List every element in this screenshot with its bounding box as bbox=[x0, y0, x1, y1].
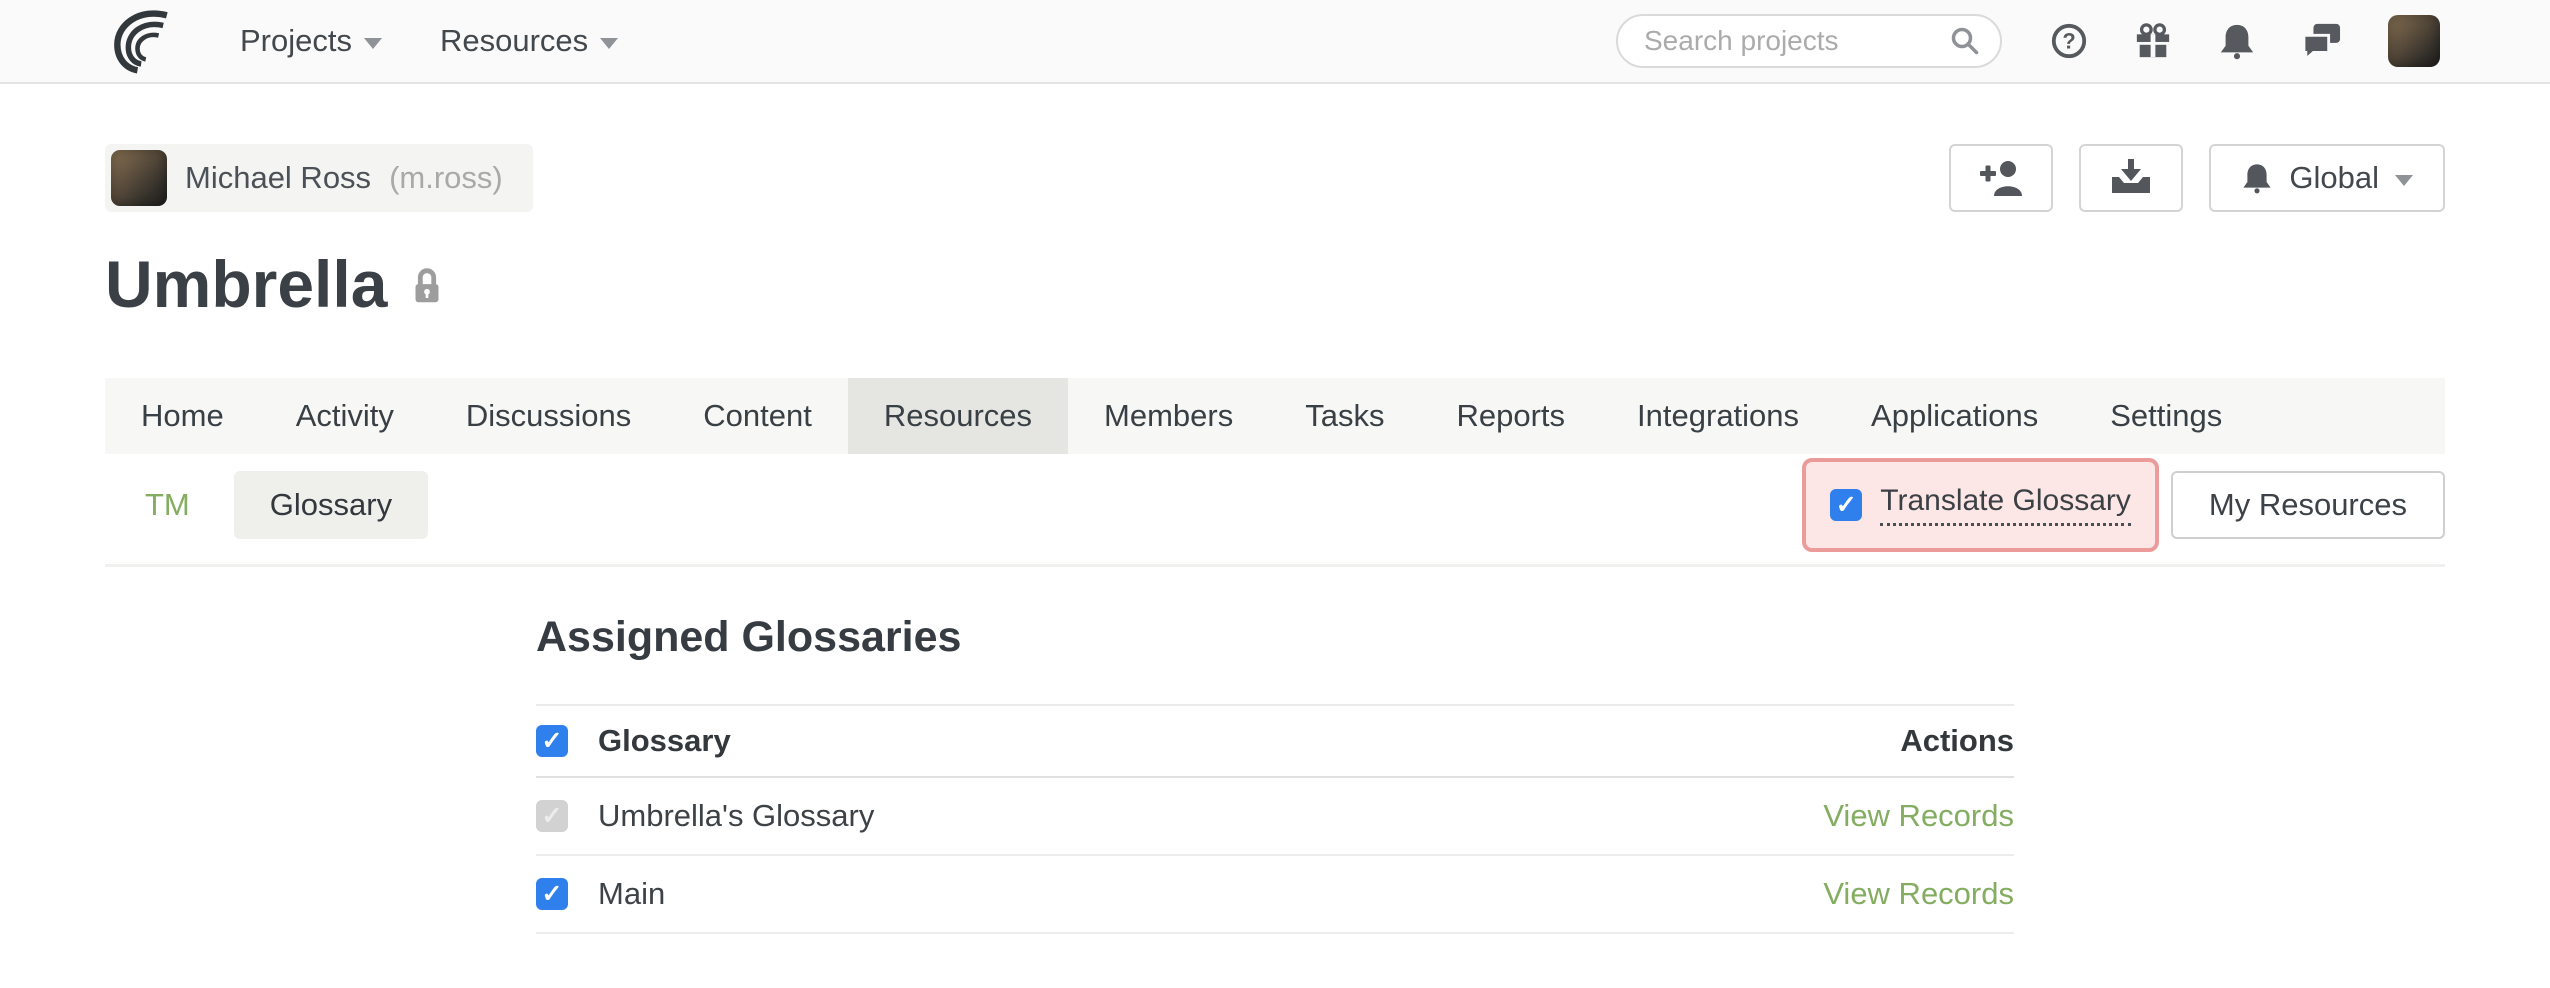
assigned-glossaries-section: Assigned Glossaries Glossary Actions Umb… bbox=[536, 613, 2014, 934]
app-logo[interactable] bbox=[106, 8, 180, 74]
tab-activity[interactable]: Activity bbox=[260, 378, 430, 454]
nav-menu-projects[interactable]: Projects bbox=[240, 23, 382, 59]
my-resources-button[interactable]: My Resources bbox=[2171, 471, 2445, 539]
tab-tasks[interactable]: Tasks bbox=[1269, 378, 1420, 454]
bell-icon bbox=[2241, 162, 2273, 194]
add-user-icon bbox=[1979, 158, 2023, 198]
row-checkbox[interactable] bbox=[536, 878, 568, 910]
owner-chip[interactable]: Michael Ross (m.ross) bbox=[105, 144, 533, 212]
subnav-right: Translate Glossary My Resources bbox=[1802, 458, 2445, 552]
gift-icon bbox=[2134, 22, 2172, 60]
page-container: Michael Ross (m.ross) bbox=[0, 144, 2550, 934]
global-dropdown-button[interactable]: Global bbox=[2209, 144, 2445, 212]
translate-glossary-highlight: Translate Glossary bbox=[1802, 458, 2159, 552]
download-icon bbox=[2109, 158, 2153, 198]
owner-handle: (m.ross) bbox=[389, 160, 503, 196]
notifications-button[interactable] bbox=[2218, 22, 2256, 60]
subnav-item-glossary[interactable]: Glossary bbox=[234, 471, 428, 539]
search-box bbox=[1616, 14, 2002, 68]
tab-content[interactable]: Content bbox=[667, 378, 848, 454]
subnav-item-tm[interactable]: TM bbox=[105, 487, 212, 523]
view-records-link[interactable]: View Records bbox=[1823, 798, 2014, 833]
navbar-icons: ? bbox=[2050, 15, 2440, 67]
glossary-name: Main bbox=[598, 876, 665, 912]
glossary-table-body: Umbrella's Glossary View Records Main View … bbox=[536, 778, 2014, 934]
translate-glossary-label[interactable]: Translate Glossary bbox=[1880, 484, 2131, 526]
owner-name: Michael Ross bbox=[185, 160, 371, 196]
help-icon: ? bbox=[2050, 22, 2088, 60]
select-all-checkbox[interactable] bbox=[536, 725, 568, 757]
header-actions: Global bbox=[1949, 144, 2445, 212]
chevron-down-icon bbox=[364, 38, 382, 49]
tab-bar: HomeActivityDiscussionsContentResourcesM… bbox=[105, 378, 2445, 454]
table-row: Umbrella's Glossary View Records bbox=[536, 778, 2014, 856]
title-row: Umbrella bbox=[105, 242, 2445, 328]
swirl-logo-icon bbox=[106, 8, 180, 74]
name-column-header: Glossary bbox=[598, 723, 731, 759]
add-user-button[interactable] bbox=[1949, 144, 2053, 212]
glossary-table: Glossary Actions Umbrella's Glossary View… bbox=[536, 704, 2014, 934]
table-row: Main View Records bbox=[536, 856, 2014, 934]
gifts-button[interactable] bbox=[2134, 22, 2172, 60]
messages-icon bbox=[2302, 22, 2342, 60]
notifications-bell-icon bbox=[2218, 22, 2256, 60]
download-button[interactable] bbox=[2079, 144, 2183, 212]
top-navbar: Projects Resources ? bbox=[0, 0, 2550, 84]
search-input[interactable] bbox=[1644, 25, 1950, 57]
tab-discussions[interactable]: Discussions bbox=[430, 378, 667, 454]
tab-members[interactable]: Members bbox=[1068, 378, 1269, 454]
nav-menu-projects-label: Projects bbox=[240, 23, 352, 59]
actions-column-header: Actions bbox=[1900, 723, 2014, 759]
chevron-down-icon bbox=[600, 38, 618, 49]
messages-button[interactable] bbox=[2302, 22, 2342, 60]
row-checkbox bbox=[536, 800, 568, 832]
tab-integrations[interactable]: Integrations bbox=[1601, 378, 1835, 454]
owner-avatar bbox=[111, 150, 167, 206]
view-records-link[interactable]: View Records bbox=[1823, 876, 2014, 911]
help-button[interactable]: ? bbox=[2050, 22, 2088, 60]
lock-icon bbox=[409, 264, 445, 308]
section-heading: Assigned Glossaries bbox=[536, 613, 2014, 662]
tab-resources[interactable]: Resources bbox=[848, 378, 1068, 454]
tab-reports[interactable]: Reports bbox=[1421, 378, 1602, 454]
chevron-down-icon bbox=[2395, 175, 2413, 186]
resources-subnav: TM Glossary Translate Glossary My Resour… bbox=[105, 454, 2445, 567]
search-icon bbox=[1950, 26, 1980, 56]
glossary-table-header: Glossary Actions bbox=[536, 704, 2014, 778]
nav-menu-resources[interactable]: Resources bbox=[440, 23, 618, 59]
global-label: Global bbox=[2289, 160, 2379, 196]
glossary-name: Umbrella's Glossary bbox=[598, 798, 874, 834]
tab-settings[interactable]: Settings bbox=[2074, 378, 2258, 454]
project-header-row: Michael Ross (m.ross) bbox=[105, 144, 2445, 212]
svg-text:?: ? bbox=[2062, 29, 2075, 54]
translate-glossary-checkbox[interactable] bbox=[1830, 489, 1862, 521]
nav-menu-resources-label: Resources bbox=[440, 23, 588, 59]
tab-applications[interactable]: Applications bbox=[1835, 378, 2074, 454]
tab-home[interactable]: Home bbox=[105, 378, 260, 454]
page-title: Umbrella bbox=[105, 242, 387, 328]
user-avatar[interactable] bbox=[2388, 15, 2440, 67]
